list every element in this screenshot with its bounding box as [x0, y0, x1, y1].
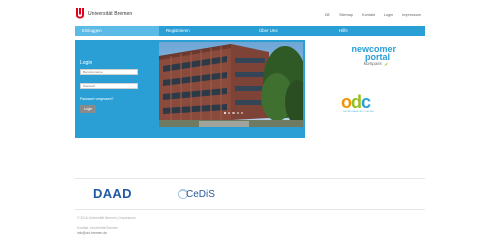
top-links: DE Sitemap Kontakt Login Impressum [325, 13, 421, 17]
login-title: Login [80, 60, 93, 66]
nav-item-about[interactable]: Über Uns [252, 26, 332, 36]
odc-letter-d: d [351, 92, 362, 112]
slider-dot[interactable] [224, 112, 227, 115]
nav-item-register[interactable]: Registrieren [159, 26, 252, 36]
top-link-login[interactable]: Login [384, 13, 393, 17]
top-link-contact[interactable]: Kontakt [362, 13, 375, 17]
odc-logo[interactable]: odc ONLINE DIAGNOSTIC CENTER [341, 93, 374, 113]
odc-letter-c: c [361, 92, 371, 112]
slider-dot[interactable] [240, 112, 243, 115]
top-link-imprint[interactable]: Impressum [402, 13, 421, 17]
campus-photo-slider[interactable] [159, 42, 303, 127]
top-link-sitemap[interactable]: Sitemap [339, 13, 353, 17]
header: Universität Bremen DE Sitemap Kontakt Lo… [0, 0, 478, 25]
cedis-logo[interactable]: CeDiS [177, 188, 215, 200]
daad-logo[interactable]: DAAD [93, 186, 132, 201]
main-nav: Einloggen Registrieren Über Uns Hilfe [75, 26, 425, 36]
password-input[interactable] [80, 83, 138, 89]
username-input[interactable] [80, 69, 138, 75]
campus-building-image [159, 42, 303, 127]
nav-item-login[interactable]: Einloggen [75, 26, 159, 36]
newcomer-portal-logo[interactable]: newcomer portal kompass [336, 45, 396, 67]
compass-icon [384, 62, 388, 66]
university-logo-text: Universität Bremen [88, 10, 133, 17]
footer-divider [75, 209, 425, 210]
university-logo-mark-icon [76, 8, 84, 19]
login-button[interactable]: Login [80, 105, 96, 113]
newcomer-logo-kompass: kompass [363, 61, 382, 67]
odc-logo-letters: odc [341, 93, 374, 111]
top-link-language[interactable]: DE [325, 13, 330, 17]
nav-item-help[interactable]: Hilfe [332, 26, 425, 36]
forgot-password-link[interactable]: Passwort vergessen? [80, 97, 113, 101]
cedis-logo-text: CeDiS [186, 188, 215, 200]
newcomer-logo-line3: kompass [336, 61, 396, 67]
slider-dot[interactable] [228, 112, 231, 115]
slider-dot[interactable] [236, 112, 239, 115]
slider-dot[interactable] [232, 112, 235, 115]
copyright-text: © 2016 Universität Bremen | Impressum [77, 216, 136, 220]
footer-divider-top [75, 178, 425, 179]
contact-email-link[interactable]: info@uni-bremen.de [77, 231, 107, 235]
odc-logo-subtitle: ONLINE DIAGNOSTIC CENTER [343, 111, 375, 113]
odc-letter-o: o [341, 92, 352, 112]
newcomer-logo-line2: portal [364, 52, 390, 62]
contact-text: Kontakt: Universität Bremen [77, 226, 119, 230]
university-logo[interactable]: Universität Bremen [75, 8, 132, 19]
slider-dots [224, 112, 243, 115]
